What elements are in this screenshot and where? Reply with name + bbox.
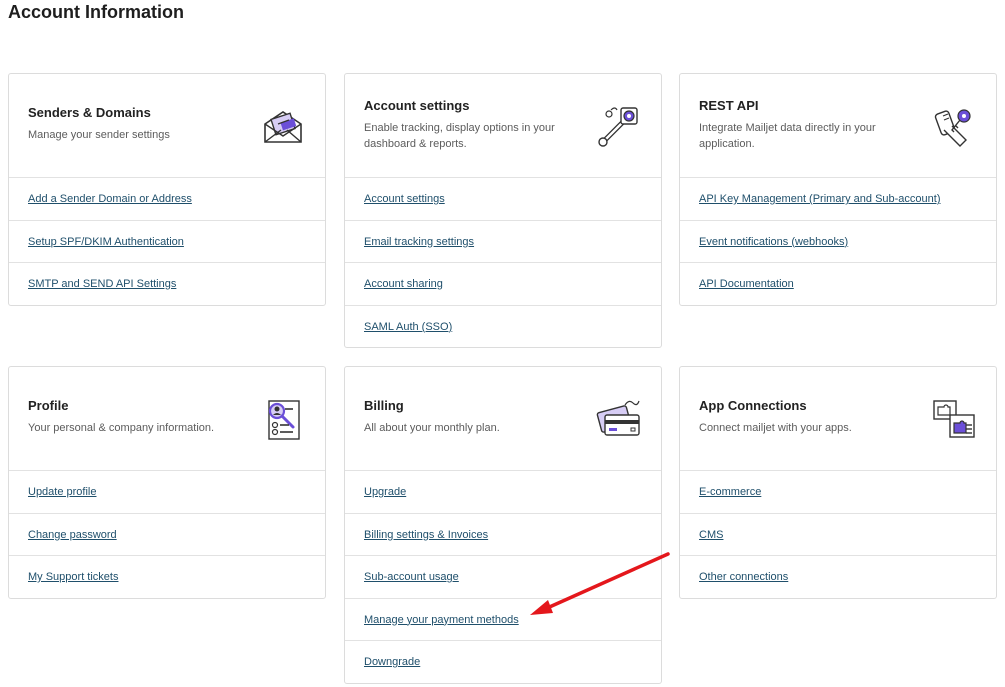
card-description: Enable tracking, display options in your… — [364, 122, 555, 150]
link-setup-spf-dkim[interactable]: Setup SPF/DKIM Authentication — [9, 219, 325, 263]
profile-card-icon — [268, 400, 300, 440]
card-description: Integrate Mailjet data directly in your … — [699, 122, 876, 150]
card-header: Billing All about your monthly plan. — [345, 367, 661, 470]
credit-card-icon — [596, 400, 640, 436]
link-support-tickets[interactable]: My Support tickets — [9, 555, 325, 598]
link-api-key-management[interactable]: API Key Management (Primary and Sub-acco… — [680, 177, 996, 220]
card-app-connections: App Connections Connect mailjet with you… — [679, 366, 997, 599]
link-add-sender-domain[interactable]: Add a Sender Domain or Address — [9, 177, 325, 220]
puzzle-apps-icon — [933, 400, 975, 438]
card-profile: Profile Your personal & company informat… — [8, 366, 326, 599]
link-billing-settings-invoices[interactable]: Billing settings & Invoices — [345, 512, 661, 556]
link-update-profile[interactable]: Update profile — [9, 470, 325, 513]
link-upgrade[interactable]: Upgrade — [345, 470, 661, 513]
card-senders-domains: Senders & Domains Manage your sender set… — [8, 73, 326, 306]
card-header: Senders & Domains Manage your sender set… — [9, 74, 325, 177]
card-rest-api: REST API Integrate Mailjet data directly… — [679, 73, 997, 306]
card-header: App Connections Connect mailjet with you… — [680, 367, 996, 470]
card-header: Account settings Enable tracking, displa… — [345, 74, 661, 177]
link-cms[interactable]: CMS — [680, 512, 996, 556]
link-smtp-send-api[interactable]: SMTP and SEND API Settings — [9, 262, 325, 305]
link-saml-auth[interactable]: SAML Auth (SSO) — [345, 304, 661, 348]
card-header: Profile Your personal & company informat… — [9, 367, 325, 470]
link-api-documentation[interactable]: API Documentation — [680, 262, 996, 305]
link-event-notifications[interactable]: Event notifications (webhooks) — [680, 219, 996, 263]
card-description: Manage your sender settings — [28, 129, 170, 141]
link-account-sharing[interactable]: Account sharing — [345, 262, 661, 305]
link-other-connections[interactable]: Other connections — [680, 555, 996, 598]
keys-icon — [934, 109, 971, 147]
page-title: Account Information — [8, 2, 184, 22]
link-sub-account-usage[interactable]: Sub-account usage — [345, 555, 661, 598]
envelope-icon — [264, 111, 302, 143]
wrench-gear-icon — [598, 107, 638, 147]
card-billing: Billing All about your monthly plan. Upg… — [344, 366, 662, 684]
link-e-commerce[interactable]: E-commerce — [680, 470, 996, 513]
card-description: Your personal & company information. — [28, 422, 215, 434]
link-account-settings[interactable]: Account settings — [345, 177, 661, 220]
card-description: Connect mailjet with your apps. — [699, 422, 852, 434]
link-downgrade[interactable]: Downgrade — [345, 640, 661, 683]
link-manage-payment-methods[interactable]: Manage your payment methods — [345, 597, 661, 641]
card-account-settings: Account settings Enable tracking, displa… — [344, 73, 662, 348]
link-email-tracking-settings[interactable]: Email tracking settings — [345, 219, 661, 263]
card-header: REST API Integrate Mailjet data directly… — [680, 74, 996, 177]
link-change-password[interactable]: Change password — [9, 512, 325, 556]
card-description: All about your monthly plan. — [364, 422, 500, 434]
